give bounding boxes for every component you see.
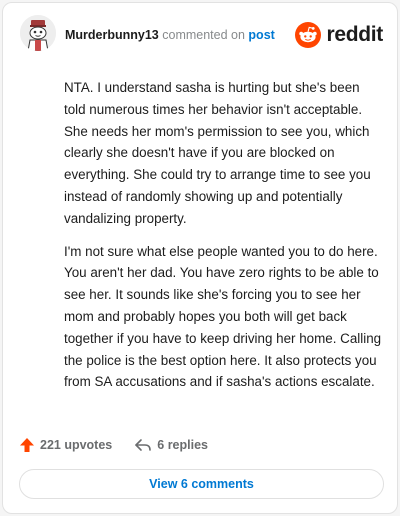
upvote-button[interactable]: 221 upvotes — [19, 437, 112, 453]
view-comments-button[interactable]: View 6 comments — [19, 469, 384, 499]
avatar[interactable] — [20, 15, 56, 51]
upvote-count: 221 upvotes — [40, 438, 113, 452]
upvote-arrow-icon — [20, 438, 34, 452]
reply-arrow-icon — [135, 439, 152, 451]
reply-button[interactable]: 6 replies — [134, 437, 208, 453]
comment-meta: Murderbunny13 commented on post — [65, 28, 275, 42]
reddit-snoo-icon — [295, 22, 322, 48]
comment-card: Murderbunny13 commented on post reddit N… — [2, 2, 398, 514]
comment-footer: 221 upvotes 6 replies — [19, 434, 208, 456]
comment-paragraph: I'm not sure what else people wanted you… — [64, 243, 382, 390]
snoo-avatar-icon — [20, 15, 56, 51]
comment-paragraph: NTA. I understand sasha is hurting but s… — [64, 80, 371, 226]
reply-count: 6 replies — [157, 438, 208, 452]
comment-body: NTA. I understand sasha is hurting but s… — [64, 77, 384, 404]
brand-name: reddit — [326, 23, 383, 46]
username[interactable]: Murderbunny13 — [65, 28, 159, 42]
comment-header: Murderbunny13 commented on post reddit — [3, 3, 397, 67]
post-link[interactable]: post — [248, 28, 274, 42]
reddit-logo[interactable]: reddit — [295, 21, 383, 49]
commented-label: commented on — [162, 28, 245, 42]
